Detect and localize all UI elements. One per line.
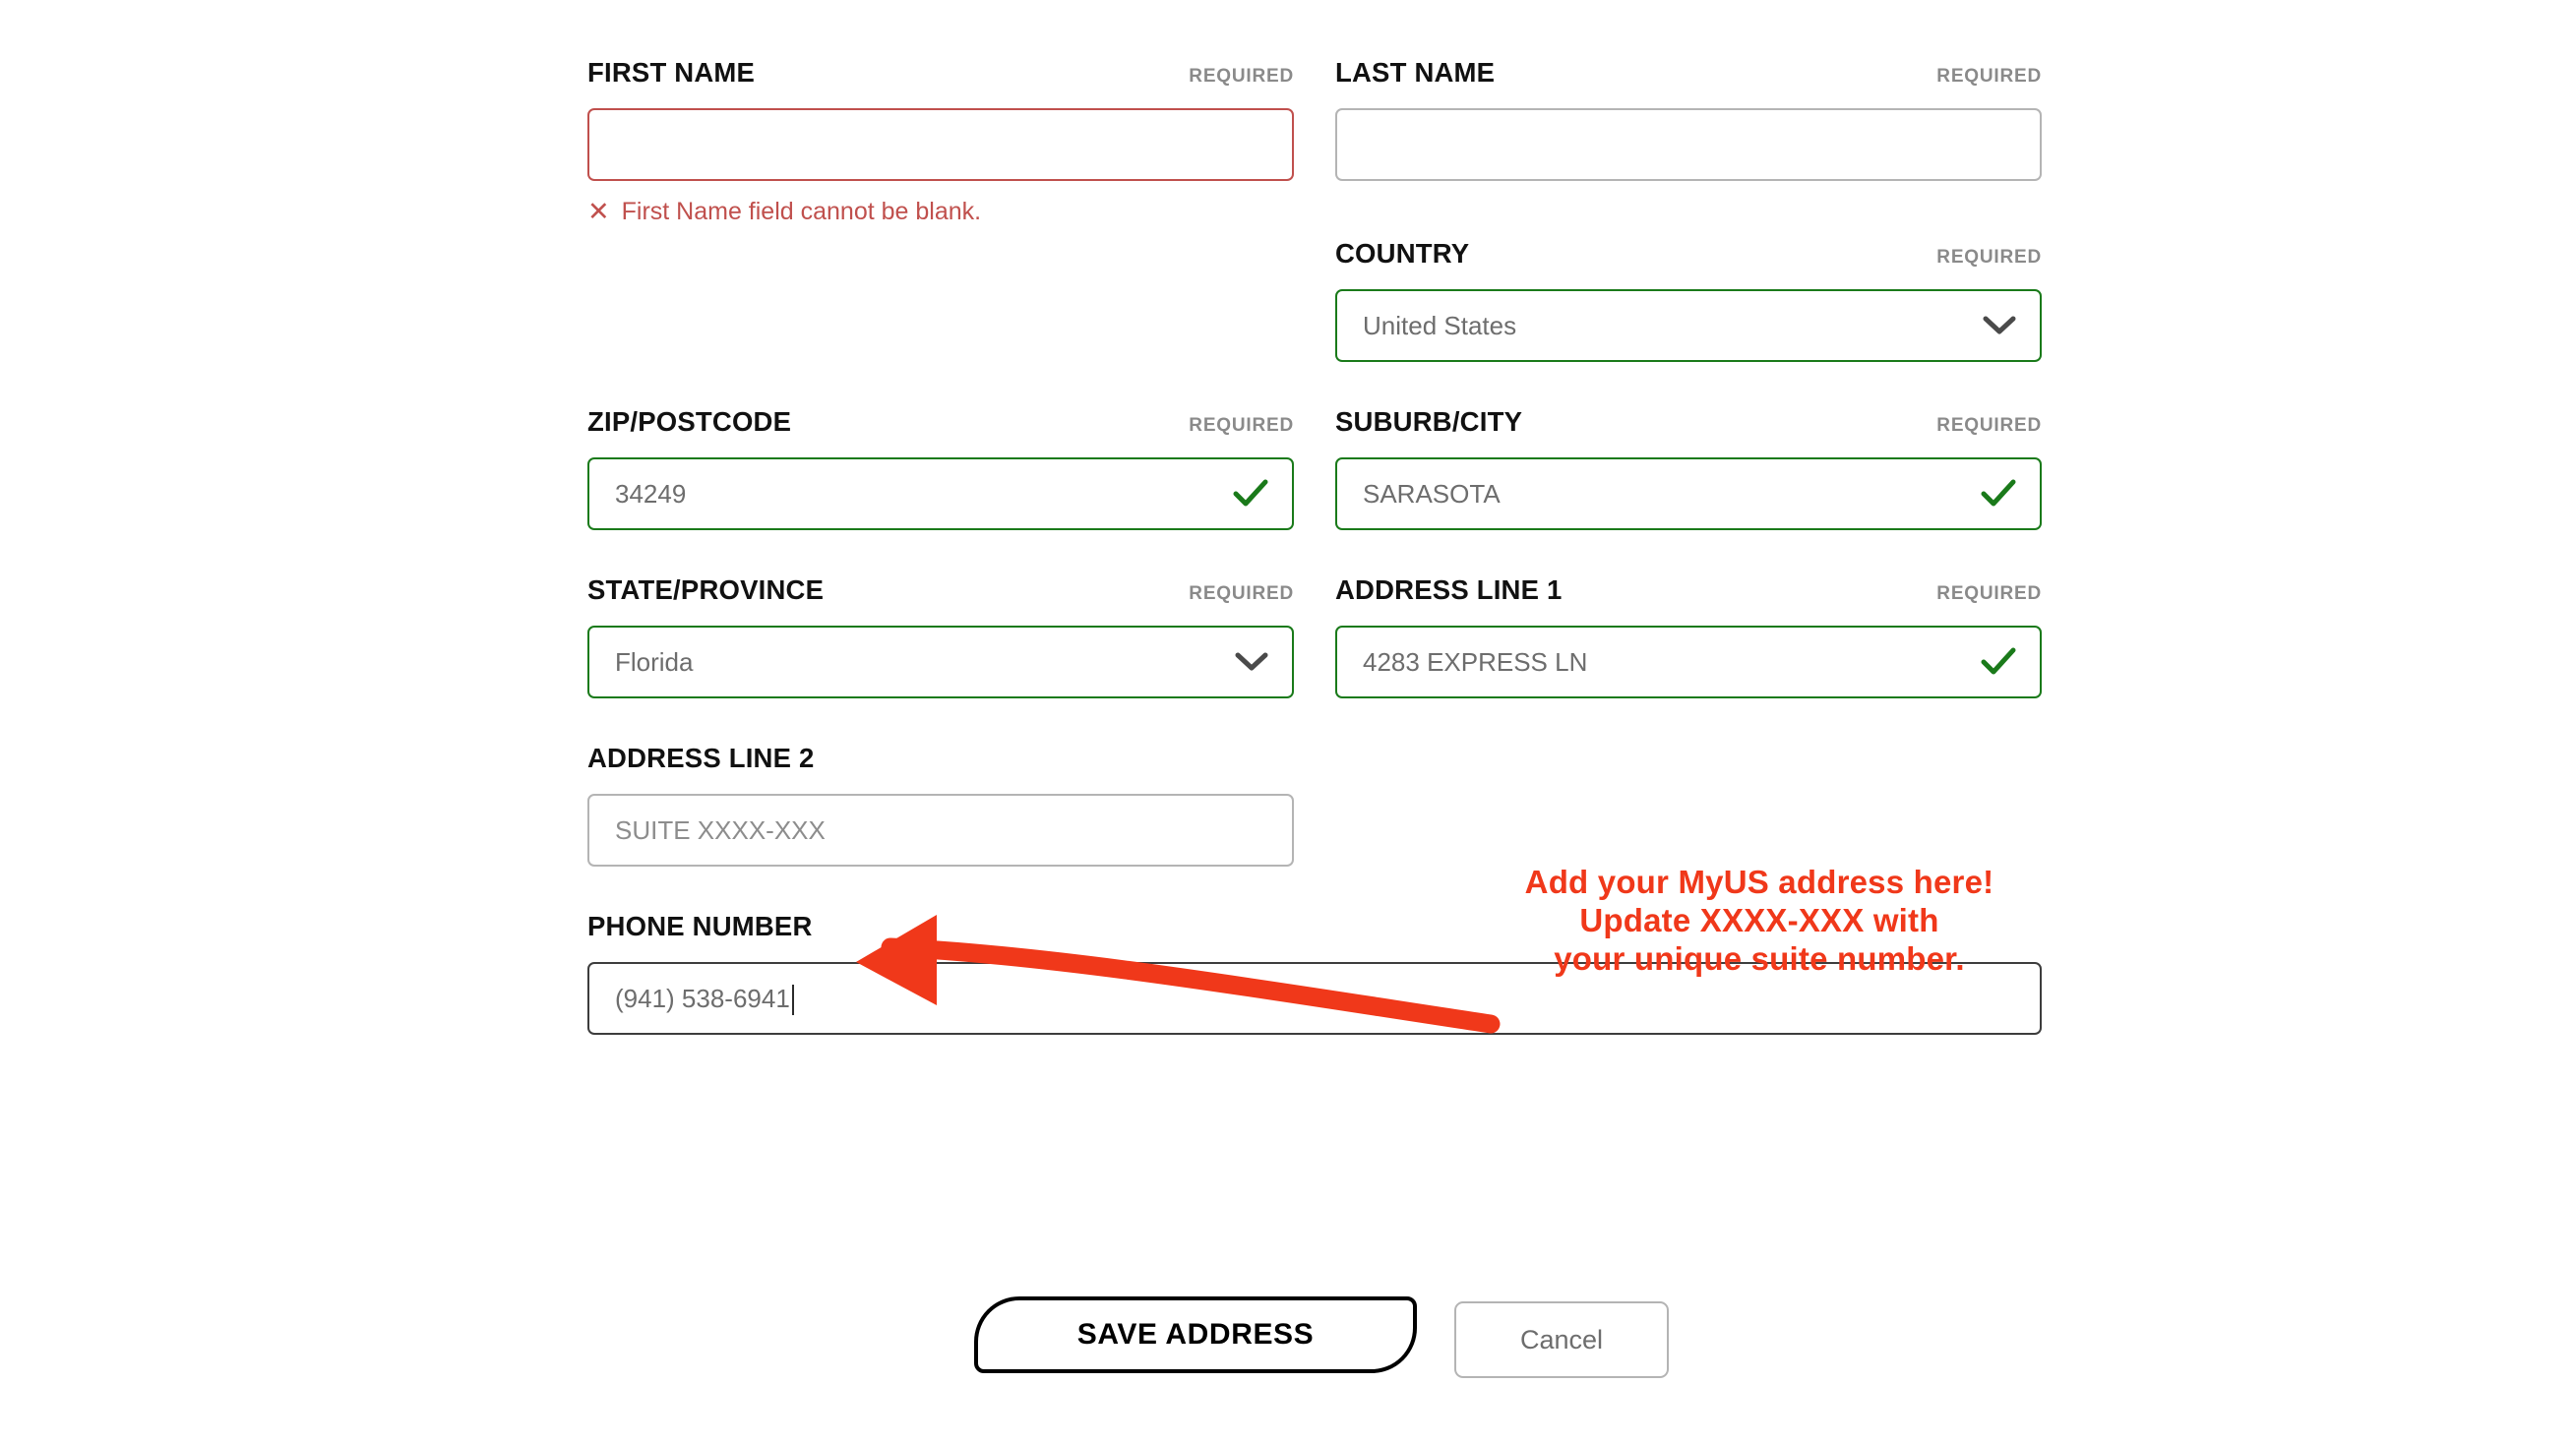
form-row-names: FIRST NAME REQUIRED ✕ First Name field c… — [587, 59, 2042, 362]
check-icon — [1981, 479, 2016, 509]
field-group-last-name-country: LAST NAME REQUIRED COUNTRY REQUIRED Unit… — [1335, 59, 2042, 362]
check-icon — [1233, 479, 1268, 509]
address-line-2-input[interactable]: SUITE XXXX-XXX — [587, 794, 1294, 867]
country-value: United States — [1363, 311, 1517, 340]
form-row-state-address1: STATE/PROVINCE REQUIRED Florida ADDRESS … — [587, 576, 2042, 698]
zip-required-tag: REQUIRED — [1189, 415, 1294, 436]
annotation-callout: Add your MyUS address here! Update XXXX-… — [1425, 864, 2094, 979]
zip-input[interactable]: 34249 — [587, 457, 1294, 530]
chevron-down-icon[interactable] — [1235, 651, 1268, 673]
label-row: ADDRESS LINE 1 REQUIRED — [1335, 576, 2042, 610]
field-first-name: FIRST NAME REQUIRED ✕ First Name field c… — [587, 59, 1294, 225]
last-name-label: LAST NAME — [1335, 57, 1496, 88]
first-name-error: ✕ First Name field cannot be blank. — [587, 199, 1294, 225]
country-required-tag: REQUIRED — [1936, 247, 2042, 268]
field-country: COUNTRY REQUIRED United States — [1335, 240, 2042, 362]
phone-label: PHONE NUMBER — [587, 911, 813, 941]
last-name-required-tag: REQUIRED — [1936, 66, 2042, 87]
form-row-address2: ADDRESS LINE 2 SUITE XXXX-XXX — [587, 745, 2042, 867]
annotation-line-3: your unique suite number. — [1554, 939, 1965, 977]
label-row: LAST NAME REQUIRED — [1335, 59, 2042, 92]
annotation-line-2: Update XXXX-XXX with — [1579, 901, 1939, 938]
state-required-tag: REQUIRED — [1189, 583, 1294, 604]
label-row: STATE/PROVINCE REQUIRED — [587, 576, 1294, 610]
field-group-zip: ZIP/POSTCODE REQUIRED 34249 — [587, 408, 1294, 530]
label-row: ZIP/POSTCODE REQUIRED — [587, 408, 1294, 442]
field-address-line-1: ADDRESS LINE 1 REQUIRED 4283 EXPRESS LN — [1335, 576, 2042, 698]
first-name-input[interactable] — [587, 108, 1294, 181]
text-caret — [791, 984, 794, 1015]
form-row-zip-city: ZIP/POSTCODE REQUIRED 34249 SUBURB/CITY … — [587, 408, 2042, 530]
state-label: STATE/PROVINCE — [587, 574, 825, 605]
field-group-state: STATE/PROVINCE REQUIRED Florida — [587, 576, 1294, 698]
form-actions: SAVE ADDRESS Cancel — [974, 1296, 1669, 1378]
field-city: SUBURB/CITY REQUIRED SARASOTA — [1335, 408, 2042, 530]
field-group-address-line-2: ADDRESS LINE 2 SUITE XXXX-XXX — [587, 745, 1294, 867]
field-group-first-name: FIRST NAME REQUIRED ✕ First Name field c… — [587, 59, 1294, 362]
first-name-required-tag: REQUIRED — [1189, 66, 1294, 87]
close-x-icon: ✕ — [587, 197, 610, 226]
address-form-page: FIRST NAME REQUIRED ✕ First Name field c… — [0, 0, 2576, 1444]
address-line-1-required-tag: REQUIRED — [1936, 583, 2042, 604]
field-zip: ZIP/POSTCODE REQUIRED 34249 — [587, 408, 1294, 530]
check-icon — [1981, 647, 2016, 677]
address-line-2-placeholder: SUITE XXXX-XXX — [615, 815, 826, 845]
chevron-down-icon[interactable] — [1983, 315, 2016, 336]
first-name-label: FIRST NAME — [587, 57, 756, 88]
annotation-line-1: Add your MyUS address here! — [1524, 864, 1994, 900]
address-line-1-input[interactable]: 4283 EXPRESS LN — [1335, 626, 2042, 698]
field-address-line-2: ADDRESS LINE 2 SUITE XXXX-XXX — [587, 745, 1294, 867]
country-select[interactable]: United States — [1335, 289, 2042, 362]
phone-value: (941) 538-6941 — [615, 984, 790, 1013]
last-name-input[interactable] — [1335, 108, 2042, 181]
zip-label: ZIP/POSTCODE — [587, 406, 792, 437]
city-required-tag: REQUIRED — [1936, 415, 2042, 436]
city-input[interactable]: SARASOTA — [1335, 457, 2042, 530]
city-value: SARASOTA — [1363, 479, 1501, 509]
state-select[interactable]: Florida — [587, 626, 1294, 698]
country-label: COUNTRY — [1335, 238, 1470, 269]
annotation-column-spacer — [1335, 745, 2042, 867]
first-name-error-text: First Name field cannot be blank. — [621, 198, 982, 225]
label-row: COUNTRY REQUIRED — [1335, 240, 2042, 273]
address-line-1-label: ADDRESS LINE 1 — [1335, 574, 1563, 605]
cancel-button[interactable]: Cancel — [1454, 1301, 1669, 1378]
label-row: FIRST NAME REQUIRED — [587, 59, 1294, 92]
address-line-2-label: ADDRESS LINE 2 — [587, 743, 815, 773]
city-label: SUBURB/CITY — [1335, 406, 1523, 437]
address-line-1-value: 4283 EXPRESS LN — [1363, 647, 1588, 677]
field-last-name: LAST NAME REQUIRED — [1335, 59, 2042, 181]
field-group-city: SUBURB/CITY REQUIRED SARASOTA — [1335, 408, 2042, 530]
save-address-button[interactable]: SAVE ADDRESS — [974, 1296, 1417, 1373]
label-row: ADDRESS LINE 2 — [587, 745, 1294, 778]
label-row: SUBURB/CITY REQUIRED — [1335, 408, 2042, 442]
state-value: Florida — [615, 647, 694, 677]
zip-value: 34249 — [615, 479, 687, 509]
field-state-province: STATE/PROVINCE REQUIRED Florida — [587, 576, 1294, 698]
field-group-address-line-1: ADDRESS LINE 1 REQUIRED 4283 EXPRESS LN — [1335, 576, 2042, 698]
